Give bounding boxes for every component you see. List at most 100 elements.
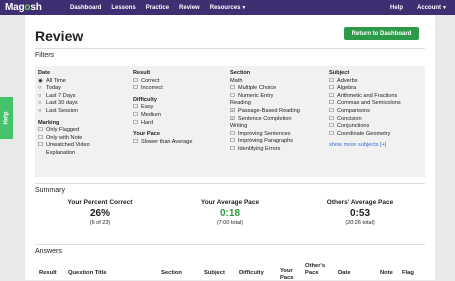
nav-lessons[interactable]: Lessons bbox=[111, 5, 135, 11]
date-option-all-time[interactable]: ◉ All Time bbox=[38, 78, 128, 86]
date-label: Date bbox=[38, 70, 51, 76]
col-date[interactable]: Date bbox=[338, 270, 351, 277]
section-filter: Section Math ☐ Multiple Choice ☐ Numeric E… bbox=[230, 70, 325, 154]
summary-heading: Summary bbox=[35, 187, 65, 194]
nav-links: Dashboard Lessons Practice Review Resour… bbox=[70, 5, 246, 11]
subject-arithmetic-and-fractions[interactable]: ☐ Arithmetic and Fractions bbox=[329, 93, 424, 101]
marking-label: Marking bbox=[38, 119, 60, 126]
subject-algebra[interactable]: ☐ Algebra bbox=[329, 85, 424, 93]
checkbox-icon: ☐ bbox=[329, 130, 335, 137]
difficulty-hard[interactable]: ☐ Hard bbox=[133, 120, 228, 128]
subject-coordinate-geometry[interactable]: ☐ Coordinate Geometry bbox=[329, 131, 424, 139]
subject-concision[interactable]: ☐ Concision bbox=[329, 116, 424, 124]
difficulty-medium[interactable]: ☐ Medium bbox=[133, 112, 228, 120]
stat-subtext: (7:00 total) bbox=[216, 220, 244, 226]
date-option-today[interactable]: ○ Today bbox=[38, 85, 128, 93]
checkbox-icon: ☐ bbox=[38, 142, 44, 149]
chevron-down-icon: ▼ bbox=[241, 4, 247, 11]
radio-icon: ○ bbox=[38, 92, 42, 99]
col-difficulty[interactable]: Difficulty bbox=[239, 270, 264, 277]
date-option-last-30-days[interactable]: ○ Last 30 days bbox=[38, 100, 128, 108]
nav-dashboard[interactable]: Dashboard bbox=[70, 5, 101, 11]
marking-only-flagged[interactable]: ☐ Only Flagged bbox=[38, 127, 128, 135]
subject-comparisons[interactable]: ☐ Comparisons bbox=[329, 108, 424, 116]
checkbox-icon: ☐ bbox=[133, 138, 139, 145]
nav-account[interactable]: Account▼ bbox=[417, 5, 447, 11]
subject-adverbs[interactable]: ☐ Adverbs bbox=[329, 78, 424, 86]
section-numeric-entry[interactable]: ☐ Numeric Entry bbox=[230, 93, 325, 101]
col-note[interactable]: Note bbox=[380, 270, 393, 277]
checkbox-icon: ☐ bbox=[133, 85, 139, 92]
col-result[interactable]: Result bbox=[39, 270, 57, 277]
checkbox-icon: ☐ bbox=[38, 127, 44, 134]
divider bbox=[35, 48, 425, 49]
section-improving-paragraphs[interactable]: ☐ Improving Paragraphs bbox=[230, 138, 325, 146]
math-group-label: Math bbox=[230, 77, 243, 84]
col-subject[interactable]: Subject bbox=[204, 270, 225, 277]
date-option-last-7-days[interactable]: ○ Last 7 Days bbox=[38, 93, 128, 101]
stat-title: Others' Average Pace bbox=[326, 199, 394, 206]
section-identifying-errors[interactable]: ☐ Identifying Errors bbox=[230, 146, 325, 154]
col-flag[interactable]: Flag bbox=[402, 270, 414, 277]
col-your-pace[interactable]: Your Pace bbox=[280, 268, 302, 281]
nav-resources[interactable]: Resources▼ bbox=[210, 5, 247, 11]
pace-slower-than-average[interactable]: ☐ Slower than Average bbox=[133, 139, 228, 147]
result-label: Result bbox=[133, 70, 151, 76]
radio-selected-icon: ◉ bbox=[38, 77, 43, 84]
filters-heading: Filters bbox=[35, 52, 55, 59]
answers-table-header: Result Question Title Section Subject Di… bbox=[35, 263, 425, 281]
main-panel: Review Return to Dashboard Filters Date … bbox=[25, 15, 435, 281]
section-passage-based-reading[interactable]: ☑ Passage-Based Reading bbox=[230, 108, 325, 116]
checkbox-icon: ☐ bbox=[230, 145, 236, 152]
magoosh-logo[interactable]: Magosh bbox=[5, 2, 70, 13]
summary-stats: Your Percent Correct 26% (6 of 23) Your … bbox=[35, 199, 425, 243]
checkbox-icon: ☐ bbox=[329, 85, 335, 92]
section-improving-sentences[interactable]: ☐ Improving Sentences bbox=[230, 131, 325, 139]
marking-only-with-note[interactable]: ☐ Only with Note bbox=[38, 135, 128, 143]
nav-review[interactable]: Review bbox=[179, 5, 200, 11]
stat-value: 26% bbox=[89, 208, 110, 219]
section-sentence-completion[interactable]: ☑ Sentence Completion bbox=[230, 116, 325, 124]
stat-value: 0:53 bbox=[349, 208, 370, 219]
stat-subtext: (20:26 total) bbox=[345, 220, 375, 226]
marking-unwatched-video[interactable]: ☐ Unwatched Video bbox=[38, 142, 128, 150]
checkbox-icon: ☐ bbox=[133, 119, 139, 126]
return-to-dashboard-button[interactable]: Return to Dashboard bbox=[344, 27, 419, 40]
radio-icon: ○ bbox=[38, 85, 42, 92]
average-pace-stat: Your Average Pace 0:18 (7:00 total) bbox=[165, 199, 295, 226]
radio-icon: ○ bbox=[38, 100, 42, 107]
date-filter: Date ◉ All Time ○ Today ○ Last 7 Days ○ Last… bbox=[38, 70, 128, 158]
show-more-subjects-link[interactable]: show more subjects [+] bbox=[329, 142, 424, 150]
writing-group-label: Writing bbox=[230, 123, 248, 130]
subject-conjunctions[interactable]: ☐ Conjunctions bbox=[329, 123, 424, 131]
col-question-title[interactable]: Question Title bbox=[68, 270, 107, 277]
checkbox-checked-icon: ☑ bbox=[230, 115, 236, 122]
section-label: Section bbox=[230, 70, 251, 76]
checkbox-icon: ☐ bbox=[230, 85, 236, 92]
result-correct[interactable]: ☐ Correct bbox=[133, 78, 228, 86]
difficulty-label: Difficulty bbox=[133, 96, 157, 103]
checkbox-icon: ☐ bbox=[133, 111, 139, 118]
difficulty-easy[interactable]: ☐ Easy bbox=[133, 104, 228, 112]
stat-title: Your Percent Correct bbox=[67, 199, 133, 206]
checkbox-icon: ☐ bbox=[133, 104, 139, 111]
result-incorrect[interactable]: ☐ Incorrect bbox=[133, 85, 228, 93]
help-side-tab[interactable]: Help bbox=[0, 97, 13, 139]
checkbox-icon: ☐ bbox=[329, 107, 335, 114]
subject-commas-and-semicolons[interactable]: ☐ Commas and Semicolons bbox=[329, 100, 424, 108]
checkbox-icon: ☐ bbox=[329, 123, 335, 130]
checkbox-checked-icon: ☑ bbox=[230, 107, 236, 114]
date-option-last-session[interactable]: ○ Last Session bbox=[38, 108, 128, 116]
divider bbox=[35, 244, 425, 245]
col-others-pace[interactable]: Other's Pace bbox=[305, 263, 331, 276]
col-section[interactable]: Section bbox=[161, 270, 182, 277]
section-multiple-choice[interactable]: ☐ Multiple Choice bbox=[230, 85, 325, 93]
others-pace-stat: Others' Average Pace 0:53 (20:26 total) bbox=[295, 199, 425, 226]
divider bbox=[35, 183, 425, 184]
nav-practice[interactable]: Practice bbox=[146, 5, 169, 11]
your-pace-label: Your Pace bbox=[133, 131, 160, 138]
stat-title: Your Average Pace bbox=[200, 199, 260, 206]
nav-help[interactable]: Help bbox=[390, 5, 403, 11]
percent-correct-stat: Your Percent Correct 26% (6 of 23) bbox=[35, 199, 165, 226]
chevron-down-icon: ▼ bbox=[442, 4, 447, 11]
